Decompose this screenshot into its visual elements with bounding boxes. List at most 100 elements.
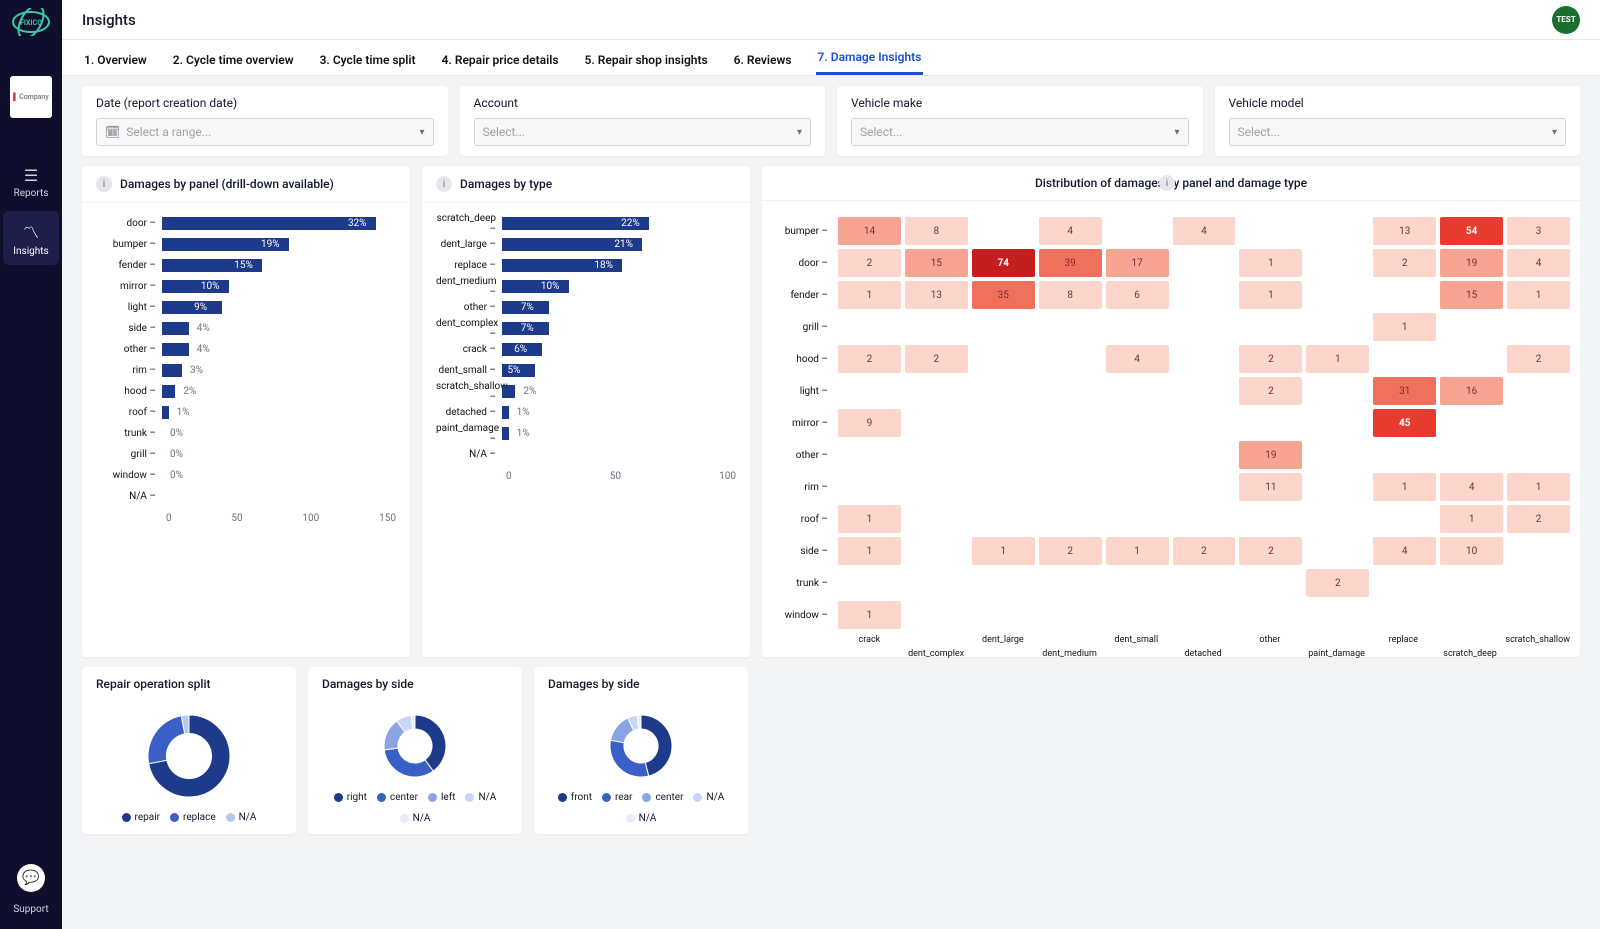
heatmap-cell[interactable]: 1: [838, 505, 901, 533]
legend-item[interactable]: N/A: [465, 792, 496, 803]
heatmap-cell[interactable]: 19: [1440, 249, 1503, 277]
filter-account-select[interactable]: Select... ▾: [474, 118, 812, 146]
tab--repair-price-details[interactable]: 4. Repair price details: [440, 45, 561, 75]
heatmap-cell[interactable]: [905, 537, 968, 565]
heatmap-cell[interactable]: 13: [1373, 217, 1436, 245]
info-icon[interactable]: i: [96, 176, 112, 192]
heatmap-cell[interactable]: 17: [1106, 249, 1169, 277]
heatmap-cell[interactable]: [972, 441, 1035, 469]
heatmap-cell[interactable]: 2: [1239, 345, 1302, 373]
heatmap-cell[interactable]: 2: [905, 345, 968, 373]
heatmap-cell[interactable]: 8: [905, 217, 968, 245]
heatmap-cell[interactable]: [905, 569, 968, 597]
damages-side2-chart[interactable]: [606, 711, 676, 781]
heatmap-cell[interactable]: 1: [972, 537, 1035, 565]
heatmap-cell[interactable]: [838, 473, 901, 501]
heatmap-cell[interactable]: [1306, 281, 1369, 309]
legend-item[interactable]: rear: [602, 792, 632, 803]
filter-vehicle-model-select[interactable]: Select... ▾: [1229, 118, 1567, 146]
heatmap-cell[interactable]: [972, 313, 1035, 341]
tab--cycle-time-split[interactable]: 3. Cycle time split: [318, 45, 418, 75]
heatmap-cell[interactable]: 19: [1239, 441, 1302, 469]
heatmap-cell[interactable]: [1106, 505, 1169, 533]
heatmap-cell[interactable]: 1: [1507, 281, 1570, 309]
legend-item[interactable]: repair: [122, 812, 160, 823]
heatmap-cell[interactable]: [1173, 377, 1236, 405]
heatmap-cell[interactable]: [1106, 313, 1169, 341]
heatmap-cell[interactable]: [1173, 505, 1236, 533]
heatmap-cell[interactable]: 31: [1373, 377, 1436, 405]
heatmap-cell[interactable]: 45: [1373, 409, 1436, 437]
legend-item[interactable]: replace: [170, 812, 216, 823]
heatmap-cell[interactable]: 2: [1239, 537, 1302, 565]
heatmap-cell[interactable]: 2: [1173, 537, 1236, 565]
heatmap-cell[interactable]: [1039, 601, 1102, 629]
damages-type-chart[interactable]: scratch_deep –22%dent_large –21%replace …: [436, 213, 736, 465]
heatmap-cell[interactable]: [1440, 601, 1503, 629]
heatmap-cell[interactable]: [1173, 409, 1236, 437]
heatmap-cell[interactable]: 16: [1440, 377, 1503, 405]
info-icon[interactable]: i: [436, 176, 452, 192]
heatmap-cell[interactable]: [1173, 569, 1236, 597]
heatmap-cell[interactable]: [1306, 217, 1369, 245]
heatmap-cell[interactable]: 13: [905, 281, 968, 309]
heatmap-cell[interactable]: 1: [1239, 281, 1302, 309]
heatmap-cell[interactable]: [1306, 473, 1369, 501]
filter-vehicle-make-select[interactable]: Select... ▾: [851, 118, 1189, 146]
damages-panel-chart[interactable]: door –32%bumper –19%fender –15%mirror –1…: [96, 213, 396, 507]
heatmap-cell[interactable]: 1: [1373, 313, 1436, 341]
heatmap-cell[interactable]: [905, 601, 968, 629]
support-button[interactable]: 💬: [17, 864, 45, 892]
heatmap-cell[interactable]: 1: [1306, 345, 1369, 373]
heatmap-cell[interactable]: [1507, 313, 1570, 341]
heatmap-cell[interactable]: [972, 377, 1035, 405]
heatmap-cell[interactable]: [1173, 441, 1236, 469]
heatmap-cell[interactable]: [1507, 569, 1570, 597]
heatmap-cell[interactable]: 4: [1507, 249, 1570, 277]
heatmap-cell[interactable]: 14: [838, 217, 901, 245]
heatmap-cell[interactable]: [838, 377, 901, 405]
heatmap-cell[interactable]: [1173, 601, 1236, 629]
heatmap-cell[interactable]: [1106, 569, 1169, 597]
heatmap-cell[interactable]: 2: [1507, 505, 1570, 533]
heatmap-cell[interactable]: 2: [838, 345, 901, 373]
account-logo[interactable]: ▌Company: [10, 76, 52, 118]
heatmap-cell[interactable]: [1507, 441, 1570, 469]
heatmap-cell[interactable]: 2: [1306, 569, 1369, 597]
heatmap-cell[interactable]: 4: [1440, 473, 1503, 501]
heatmap-cell[interactable]: [1039, 569, 1102, 597]
tab--cycle-time-overview[interactable]: 2. Cycle time overview: [171, 45, 296, 75]
heatmap-cell[interactable]: 54: [1440, 217, 1503, 245]
legend-item[interactable]: center: [377, 792, 418, 803]
heatmap-cell[interactable]: [1106, 217, 1169, 245]
damages-side1-chart[interactable]: [380, 711, 450, 781]
heatmap-cell[interactable]: [972, 505, 1035, 533]
heatmap-cell[interactable]: [1373, 569, 1436, 597]
heatmap-cell[interactable]: [1239, 313, 1302, 341]
heatmap-cell[interactable]: [1440, 409, 1503, 437]
heatmap-cell[interactable]: [1106, 377, 1169, 405]
heatmap-cell[interactable]: 1: [838, 281, 901, 309]
heatmap-cell[interactable]: [1306, 249, 1369, 277]
tab--repair-shop-insights[interactable]: 5. Repair shop insights: [583, 45, 710, 75]
heatmap-cell[interactable]: 11: [1239, 473, 1302, 501]
heatmap-cell[interactable]: 2: [1507, 345, 1570, 373]
heatmap-cell[interactable]: [1106, 473, 1169, 501]
heatmap-cell[interactable]: [972, 217, 1035, 245]
legend-item[interactable]: N/A: [226, 812, 257, 823]
heatmap-cell[interactable]: 10: [1440, 537, 1503, 565]
sidebar-item-reports[interactable]: ☰Reports: [3, 158, 59, 207]
heatmap-cell[interactable]: [972, 473, 1035, 501]
heatmap-cell[interactable]: 2: [1239, 377, 1302, 405]
heatmap-cell[interactable]: [1440, 313, 1503, 341]
heatmap-cell[interactable]: [1039, 313, 1102, 341]
heatmap-cell[interactable]: 74: [972, 249, 1035, 277]
heatmap-cell[interactable]: [905, 505, 968, 533]
heatmap-chart[interactable]: bumper –1484413543door –21574391712194fe…: [772, 217, 1570, 629]
heatmap-cell[interactable]: [1239, 569, 1302, 597]
sidebar-item-insights[interactable]: 〽Insights: [3, 211, 59, 265]
heatmap-cell[interactable]: [1306, 537, 1369, 565]
tab--overview[interactable]: 1. Overview: [82, 45, 149, 75]
tab--reviews[interactable]: 6. Reviews: [732, 45, 794, 75]
heatmap-cell[interactable]: 2: [1373, 249, 1436, 277]
